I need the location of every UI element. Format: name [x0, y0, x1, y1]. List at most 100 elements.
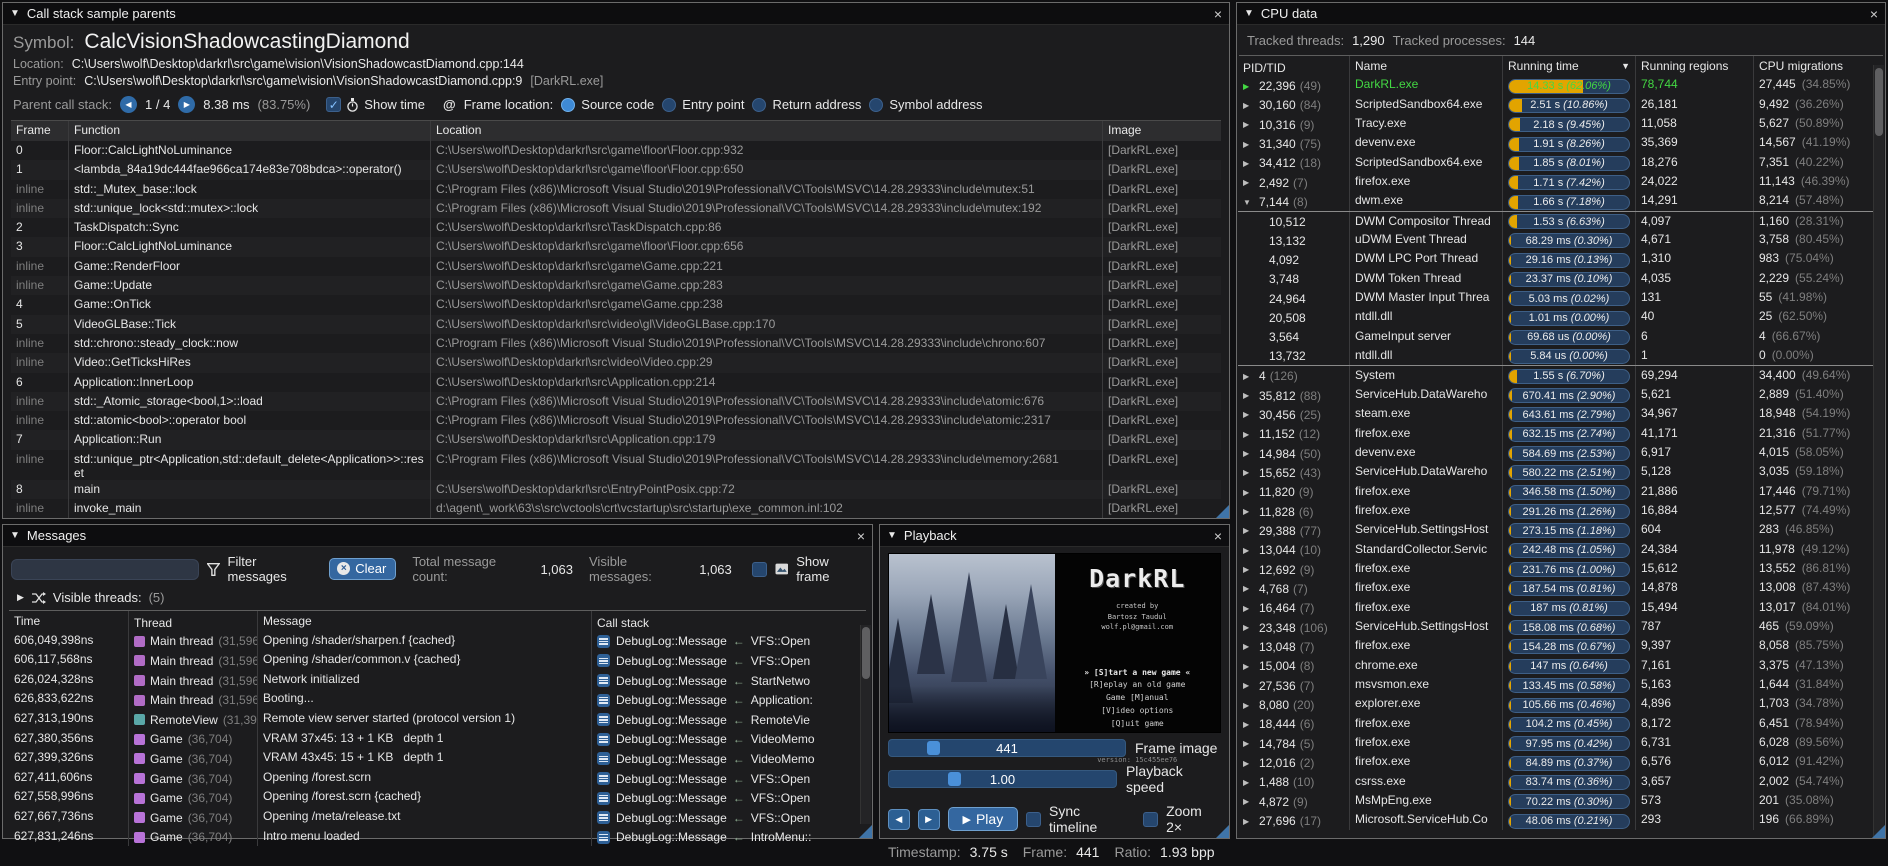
table-row[interactable]: inlineGame::RenderFloorC:\Users\wolf\Des…	[11, 257, 1221, 276]
process-row[interactable]: ▶4(126)System1.55 s(6.70%)69,29434,400(4…	[1238, 366, 1884, 385]
chevron-right-icon[interactable]: ▶	[1243, 642, 1255, 651]
column-header[interactable]: Time	[9, 611, 129, 631]
cpu-scrollbar[interactable]	[1873, 65, 1884, 837]
callstack-list-icon[interactable]	[597, 694, 610, 707]
chevron-right-icon[interactable]: ▶	[1243, 623, 1255, 632]
table-row[interactable]: 3Floor::CalcLightNoLuminanceC:\Users\wol…	[11, 237, 1221, 256]
table-row[interactable]: inlineGame::UpdateC:\Users\wolf\Desktop\…	[11, 276, 1221, 295]
chevron-right-icon[interactable]: ▶	[1243, 817, 1255, 826]
table-row[interactable]: inlineVideo::GetTicksHiResC:\Users\wolf\…	[11, 353, 1221, 372]
collapse-icon[interactable]: ▼	[1244, 8, 1254, 19]
callstack-cell[interactable]: DebugLog::Message←VideoMemo	[592, 729, 866, 749]
table-row[interactable]: inlineinvoke_maind:\agent\_work\63\s\src…	[11, 499, 1221, 518]
callstack-cell[interactable]: DebugLog::Message←RemoteVie	[592, 709, 866, 729]
chevron-right-icon[interactable]: ▶	[1243, 778, 1255, 787]
callstack-cell[interactable]: DebugLog::Message←Application:	[592, 689, 866, 709]
chevron-down-icon[interactable]: ▼	[1243, 198, 1255, 207]
chevron-right-icon[interactable]: ▶	[1243, 178, 1255, 187]
next-frame-button[interactable]: ▶	[918, 809, 940, 830]
column-header[interactable]: CPU migrations	[1754, 56, 1884, 77]
chevron-right-icon[interactable]: ▶	[1243, 701, 1255, 710]
process-row[interactable]: ▶12,016(2)firefox.exe84.89 ms(0.37%)6,57…	[1238, 752, 1884, 771]
column-header[interactable]: PID/TID	[1238, 56, 1350, 77]
column-header[interactable]: Frame	[11, 121, 69, 141]
chevron-right-icon[interactable]: ▶	[1243, 159, 1255, 168]
collapse-icon[interactable]: ▼	[10, 530, 20, 541]
close-icon[interactable]: ×	[1214, 7, 1222, 21]
callstack-list-icon[interactable]	[597, 792, 610, 805]
table-row[interactable]: inlinestd::unique_ptr<Application,std::d…	[11, 450, 1221, 480]
table-row[interactable]: 4Game::OnTickC:\Users\wolf\Desktop\darkr…	[11, 295, 1221, 314]
callstack-cell[interactable]: DebugLog::Message←VFS::Open	[592, 768, 866, 788]
process-row[interactable]: 3,564GameInput server69.68 us(0.00%)64(6…	[1238, 327, 1884, 346]
column-header[interactable]: Call stack	[592, 611, 866, 631]
process-row[interactable]: ▶35,812(88)ServiceHub.DataWareho670.41 m…	[1238, 385, 1884, 404]
message-row[interactable]: 626,833,622nsMain thread(31,596)Booting.…	[9, 689, 866, 709]
table-row[interactable]: 8mainC:\Users\wolf\Desktop\darkrl\src\En…	[11, 480, 1221, 499]
process-row[interactable]: ▶14,784(5)firefox.exe97.95 ms(0.42%)6,73…	[1238, 733, 1884, 752]
message-row[interactable]: 627,380,356nsGame(36,704)VRAM 37x45: 13 …	[9, 729, 866, 749]
message-row[interactable]: 627,558,996nsGame(36,704)Opening /forest…	[9, 787, 866, 807]
callstack-cell[interactable]: DebugLog::Message←VideoMemo	[592, 748, 866, 768]
message-row[interactable]: 627,667,736nsGame(36,704)Opening /meta/r…	[9, 807, 866, 827]
table-row[interactable]: inlinestd::chrono::steady_clock::nowC:\P…	[11, 334, 1221, 353]
message-row[interactable]: 627,313,190nsRemoteView(31,392)Remote vi…	[9, 709, 866, 729]
message-row[interactable]: 606,117,568nsMain thread(31,596)Opening …	[9, 650, 866, 670]
process-row[interactable]: ▶12,692(9)firefox.exe231.76 ms(1.00%)15,…	[1238, 559, 1884, 578]
chevron-right-icon[interactable]: ▶	[1243, 546, 1255, 555]
process-row[interactable]: ▶2,492(7)firefox.exe1.71 s(7.42%)24,0221…	[1238, 172, 1884, 191]
next-frame-button[interactable]: ▶	[178, 96, 195, 113]
collapse-icon[interactable]: ▼	[10, 8, 20, 19]
message-row[interactable]: 627,831,246nsGame(36,704)Intro menu load…	[9, 827, 866, 847]
process-row[interactable]: ▶13,048(7)firefox.exe154.28 ms(0.67%)9,3…	[1238, 636, 1884, 655]
process-row[interactable]: ▼7,144(8)dwm.exe1.66 s(7.18%)14,2918,214…	[1238, 191, 1884, 210]
frame-image-slider[interactable]: 441	[888, 739, 1126, 757]
chevron-right-icon[interactable]: ▶	[1243, 468, 1255, 477]
callstack-cell[interactable]: DebugLog::Message←VFS::Open	[592, 650, 866, 670]
chevron-right-icon[interactable]: ▶	[1243, 391, 1255, 400]
chevron-right-icon[interactable]: ▶	[1243, 565, 1255, 574]
process-row[interactable]: ▶34,412(18)ScriptedSandbox64.exe1.85 s(8…	[1238, 153, 1884, 172]
callstack-list-icon[interactable]	[597, 635, 610, 648]
process-row[interactable]: ▶29,388(77)ServiceHub.SettingsHost273.15…	[1238, 520, 1884, 539]
chevron-right-icon[interactable]: ▶	[1243, 681, 1255, 690]
filter-input[interactable]	[11, 559, 199, 580]
table-row[interactable]: inlinestd::_Atomic_storage<bool,1>::load…	[11, 392, 1221, 411]
process-row[interactable]: 10,512DWM Compositor Thread1.53 s(6.63%)…	[1238, 211, 1884, 230]
process-row[interactable]: ▶23,348(106)ServiceHub.SettingsHost158.0…	[1238, 617, 1884, 636]
column-header[interactable]: Running time▼	[1503, 56, 1636, 77]
callstack-list-icon[interactable]	[597, 772, 610, 785]
radio-entry-point[interactable]	[662, 98, 676, 112]
column-header[interactable]: Thread	[129, 611, 258, 631]
process-row[interactable]: ▶11,828(6)firefox.exe291.26 ms(1.26%)16,…	[1238, 501, 1884, 520]
radio-source-code[interactable]	[561, 98, 575, 112]
chevron-right-icon[interactable]: ▶	[1243, 720, 1255, 729]
column-header[interactable]: Function	[69, 121, 431, 141]
table-row[interactable]: 1<lambda_84a19dc444fae966ca174e83e708bdc…	[11, 160, 1221, 179]
callstack-list-icon[interactable]	[597, 811, 610, 824]
chevron-right-icon[interactable]: ▶	[1243, 759, 1255, 768]
table-row[interactable]: inlinestd::unique_lock<std::mutex>::lock…	[11, 199, 1221, 218]
process-row[interactable]: 20,508ntdll.dll1.01 ms(0.00%)4025(62.50%…	[1238, 307, 1884, 326]
message-row[interactable]: 627,399,326nsGame(36,704)VRAM 43x45: 15 …	[9, 748, 866, 768]
process-row[interactable]: ▶10,316(9)Tracy.exe2.18 s(9.45%)11,0585,…	[1238, 114, 1884, 133]
table-row[interactable]: 5VideoGLBase::TickC:\Users\wolf\Desktop\…	[11, 315, 1221, 334]
chevron-right-icon[interactable]: ▶	[1243, 140, 1255, 149]
chevron-right-icon[interactable]: ▶	[1243, 797, 1255, 806]
resize-handle[interactable]	[1216, 505, 1229, 518]
process-row[interactable]: ▶13,044(10)StandardCollector.Servic242.4…	[1238, 540, 1884, 559]
sync-timeline-checkbox[interactable]	[1026, 812, 1041, 827]
chevron-right-icon[interactable]: ▶	[1243, 584, 1255, 593]
process-row[interactable]: ▶11,820(9)firefox.exe346.58 ms(1.50%)21,…	[1238, 482, 1884, 501]
chevron-right-icon[interactable]: ▶	[1243, 372, 1255, 381]
callstack-cell[interactable]: DebugLog::Message←StartNetwo	[592, 670, 866, 690]
collapse-icon[interactable]: ▼	[887, 530, 897, 541]
callstack-cell[interactable]: DebugLog::Message←IntroMenu::	[592, 827, 866, 847]
process-row[interactable]: ▶1,488(10)csrss.exe83.74 ms(0.36%)3,6572…	[1238, 772, 1884, 791]
scrollbar-thumb[interactable]	[1875, 68, 1883, 136]
chevron-right-icon[interactable]: ▶	[1243, 507, 1255, 516]
table-row[interactable]: 6Application::InnerLoopC:\Users\wolf\Des…	[11, 373, 1221, 392]
close-icon[interactable]: ×	[1870, 7, 1878, 21]
chevron-right-icon[interactable]: ▶	[1243, 662, 1255, 671]
process-row[interactable]: ▶8,080(20)explorer.exe105.66 ms(0.46%)4,…	[1238, 694, 1884, 713]
